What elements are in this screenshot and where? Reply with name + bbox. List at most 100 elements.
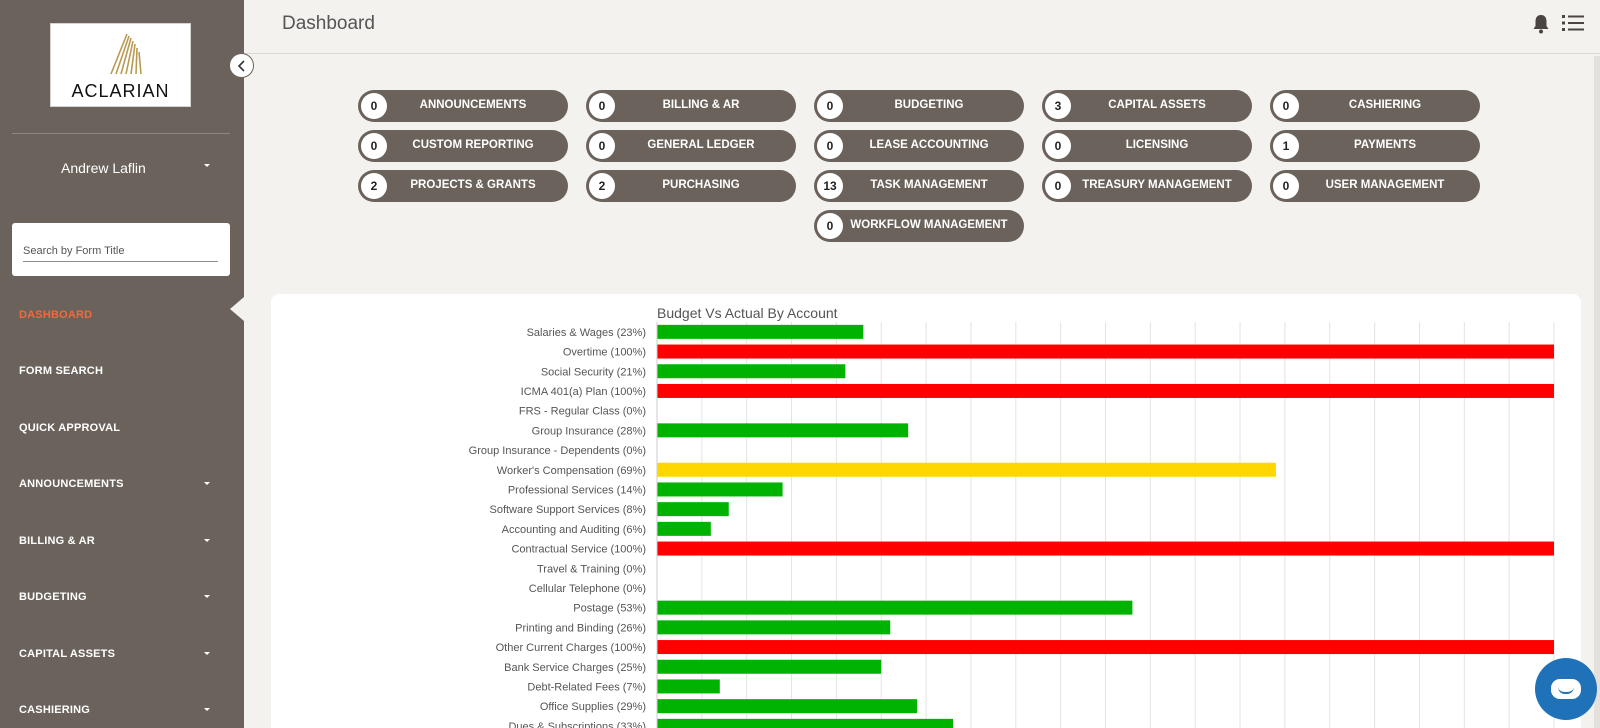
module-label: CAPITAL ASSETS: [1108, 99, 1206, 111]
sidebar-item-label: DASHBOARD: [19, 309, 93, 321]
module-custom-reporting-button[interactable]: 0 CUSTOM REPORTING: [358, 130, 568, 162]
scrollbar[interactable]: [1594, 56, 1600, 728]
module-label: LICENSING: [1125, 139, 1189, 151]
module-cashiering-button[interactable]: 0 CASHIERING: [1270, 90, 1480, 122]
module-payments-button[interactable]: 1 PAYMENTS: [1270, 130, 1480, 162]
module-label: PURCHASING: [662, 179, 740, 191]
module-licensing-button[interactable]: 0 LICENSING: [1042, 130, 1252, 162]
module-label: USER MANAGEMENT: [1325, 179, 1445, 191]
module-general-ledger-button[interactable]: 0 GENERAL LEDGER: [586, 130, 796, 162]
module-label: TASK MANAGEMENT: [870, 179, 988, 191]
module-label: CUSTOM REPORTING: [412, 139, 534, 151]
sidebar-item-announcements[interactable]: ANNOUNCEMENTS: [0, 466, 244, 502]
sidebar-item-budgeting[interactable]: BUDGETING: [0, 579, 244, 615]
module-billing-ar-button[interactable]: 0 BILLING & AR: [586, 90, 796, 122]
category-label: Professional Services (14%): [508, 484, 646, 496]
sidebar-divider: [12, 133, 230, 134]
bar[interactable]: [657, 383, 1554, 398]
budget-chart-card: Budget Vs Actual By Account Salaries & Wa…: [271, 294, 1581, 728]
sidebar-item-quick-approval[interactable]: QUICK APPROVAL: [0, 410, 244, 446]
sidebar-item-label: FORM SEARCH: [19, 365, 104, 377]
module-lease-accounting-button[interactable]: 0 LEASE ACCOUNTING: [814, 130, 1024, 162]
active-indicator: [230, 297, 244, 321]
sidebar-item-label: CAPITAL ASSETS: [19, 648, 116, 660]
budget-vs-actual-chart: Budget Vs Actual By Account Salaries & Wa…: [469, 305, 1555, 728]
module-label: TREASURY MANAGEMENT: [1082, 179, 1232, 191]
chevron-down-icon: [204, 164, 210, 167]
sidebar-item-dashboard[interactable]: DASHBOARD: [0, 297, 244, 333]
module-label: PROJECTS & GRANTS: [410, 179, 536, 191]
bar[interactable]: [657, 640, 1554, 655]
category-label: Group Insurance (28%): [532, 425, 646, 437]
bar[interactable]: [657, 462, 1276, 477]
category-label: Cellular Telephone (0%): [529, 583, 646, 595]
category-label: Debt-Related Fees (7%): [527, 681, 646, 693]
category-label: Bank Service Charges (25%): [504, 662, 646, 674]
module-label: WORKFLOW MANAGEMENT: [850, 219, 1008, 231]
user-menu[interactable]: Andrew Laflin: [0, 158, 244, 180]
module-capital-assets-button[interactable]: 3 CAPITAL ASSETS: [1042, 90, 1252, 122]
module-label: LEASE ACCOUNTING: [869, 139, 989, 151]
sidebar-item-label: BUDGETING: [19, 591, 87, 603]
sidebar-item-form-search[interactable]: FORM SEARCH: [0, 353, 244, 389]
user-name: Andrew Laflin: [61, 160, 146, 176]
module-treasury-management-button[interactable]: 0 TREASURY MANAGEMENT: [1042, 170, 1252, 202]
collapse-sidebar-button[interactable]: [229, 53, 254, 78]
module-user-management-button[interactable]: 0 USER MANAGEMENT: [1270, 170, 1480, 202]
bar[interactable]: [657, 482, 783, 497]
logo-text: ACLARIAN: [71, 81, 170, 101]
category-label: Social Security (21%): [541, 366, 646, 378]
bar[interactable]: [657, 344, 1554, 359]
bar[interactable]: [657, 699, 918, 714]
category-label: Office Supplies (29%): [540, 701, 646, 713]
module-label: CASHIERING: [1348, 99, 1422, 111]
bell-icon[interactable]: [1532, 14, 1550, 34]
module-announcements-button[interactable]: 0 ANNOUNCEMENTS: [358, 90, 568, 122]
bar[interactable]: [657, 423, 909, 438]
chevron-down-icon: [204, 595, 210, 598]
sidebar-item-billing-ar[interactable]: BILLING & AR: [0, 523, 244, 559]
sidebar-item-capital-assets[interactable]: CAPITAL ASSETS: [0, 636, 244, 672]
module-purchasing-button[interactable]: 2 PURCHASING: [586, 170, 796, 202]
bar[interactable]: [657, 600, 1133, 615]
bar[interactable]: [657, 679, 720, 694]
chevron-down-icon: [204, 652, 210, 655]
chevron-down-icon: [204, 482, 210, 485]
category-label: Printing and Binding (26%): [515, 622, 646, 634]
list-menu-icon[interactable]: [1562, 14, 1584, 32]
category-label: Accounting and Auditing (6%): [502, 524, 646, 536]
category-label: Worker's Compensation (69%): [497, 465, 646, 477]
bar[interactable]: [657, 521, 711, 536]
bar[interactable]: [657, 502, 729, 517]
category-label: ICMA 401(a) Plan (100%): [521, 386, 646, 398]
bar[interactable]: [657, 659, 882, 674]
bar[interactable]: [657, 324, 864, 339]
sidebar: ACLARIAN Andrew Laflin DASHBOARD FORM SEA…: [0, 0, 244, 728]
category-label: Dues & Subscriptions (33%): [508, 721, 646, 728]
chevron-down-icon: [204, 539, 210, 542]
module-projects-grants-button[interactable]: 2 PROJECTS & GRANTS: [358, 170, 568, 202]
module-task-management-button[interactable]: 13 TASK MANAGEMENT: [814, 170, 1024, 202]
sidebar-item-cashiering[interactable]: CASHIERING: [0, 692, 244, 728]
form-search-box: [12, 223, 230, 276]
search-input[interactable]: [23, 240, 218, 262]
chat-button[interactable]: [1535, 658, 1597, 720]
module-budgeting-button[interactable]: 0 BUDGETING: [814, 90, 1024, 122]
bar[interactable]: [657, 364, 846, 379]
category-label: Group Insurance - Dependents (0%): [469, 445, 646, 457]
sidebar-item-label: QUICK APPROVAL: [19, 422, 121, 434]
bar[interactable]: [657, 620, 891, 635]
top-header: Dashboard: [244, 0, 1600, 54]
sidebar-item-label: ANNOUNCEMENTS: [19, 478, 124, 490]
module-workflow-management-button[interactable]: 0 WORKFLOW MANAGEMENT: [814, 210, 1024, 242]
category-label: Postage (53%): [573, 603, 646, 615]
chart-title: Budget Vs Actual By Account: [657, 305, 838, 321]
page-title: Dashboard: [282, 13, 375, 34]
module-label: BILLING & AR: [662, 99, 740, 111]
chat-icon: [1551, 679, 1581, 699]
bar[interactable]: [657, 541, 1554, 556]
logo[interactable]: ACLARIAN: [50, 23, 191, 107]
bar[interactable]: [657, 718, 954, 728]
category-label: Other Current Charges (100%): [496, 642, 646, 654]
sidebar-item-label: BILLING & AR: [19, 535, 95, 547]
